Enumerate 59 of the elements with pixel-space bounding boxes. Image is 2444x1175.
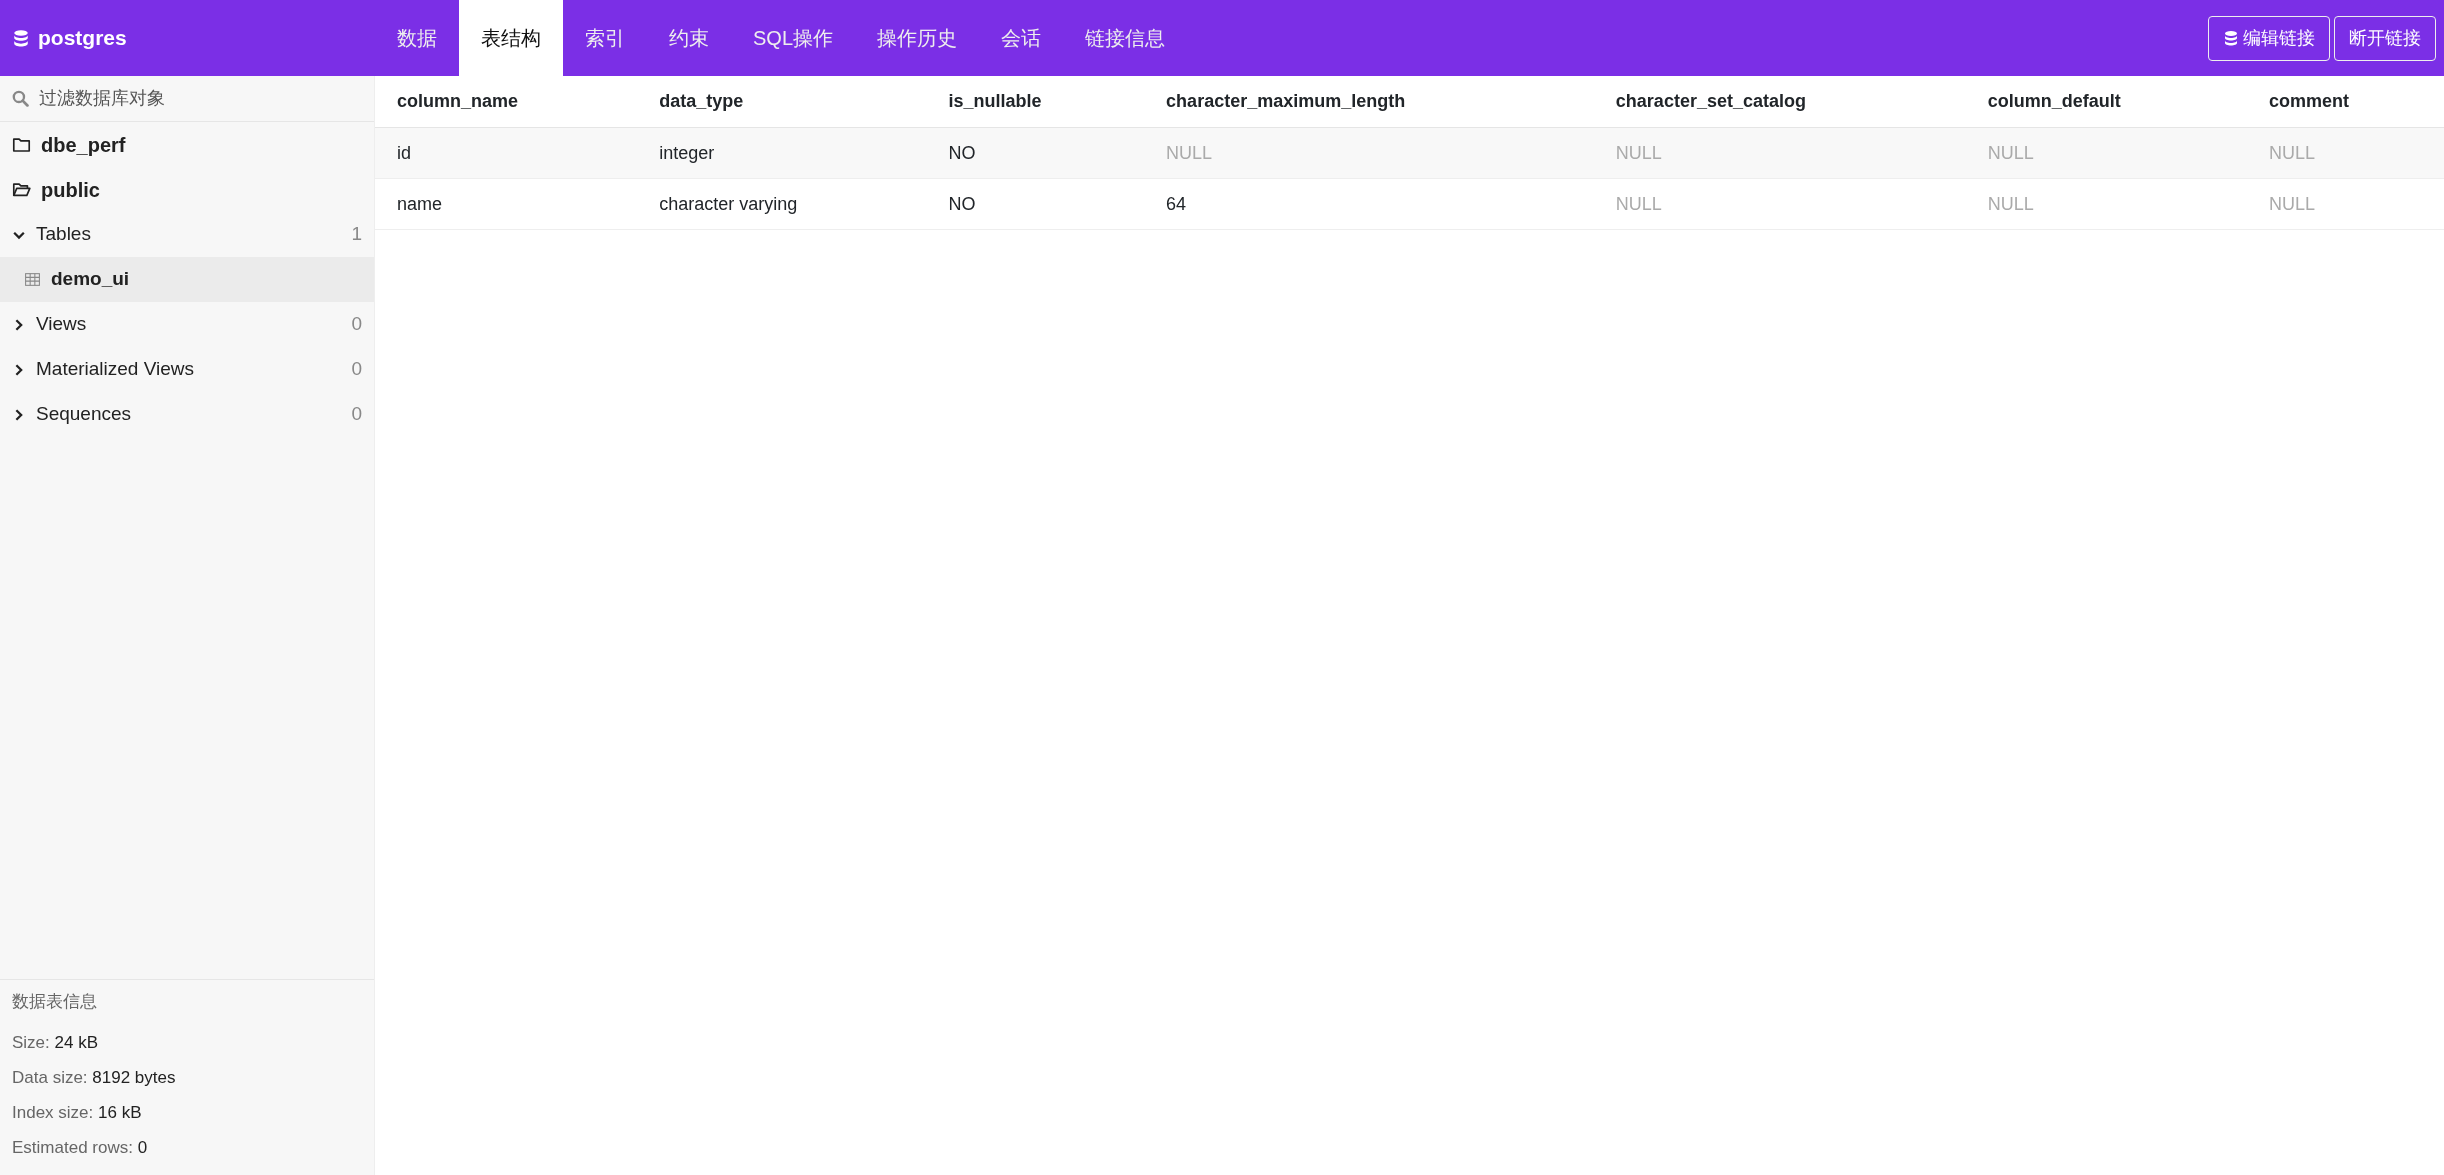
database-icon xyxy=(2223,30,2239,46)
table-cell: NULL xyxy=(2246,127,2444,179)
info-line: Index size: 16 kB xyxy=(12,1102,143,1124)
table-cell: NO xyxy=(926,127,1145,179)
column-header: character_set_catalog xyxy=(1593,76,1966,128)
item-count: 0 xyxy=(351,402,362,427)
tab[interactable]: 约束 xyxy=(647,0,731,76)
tree-item[interactable]: Views 0 xyxy=(0,302,374,347)
tab[interactable]: 操作历史 xyxy=(855,0,980,76)
folder-icon xyxy=(12,135,31,154)
tree-label: Materialized Views xyxy=(36,357,195,382)
tree-item[interactable]: Tables 1 xyxy=(0,212,374,257)
table-cell: id xyxy=(375,127,638,179)
database-icon xyxy=(12,29,30,47)
column-header: is_nullable xyxy=(926,76,1145,128)
info-line: Data size: 8192 bytes xyxy=(12,1067,177,1089)
column-header: column_default xyxy=(1965,76,2247,128)
item-count: 0 xyxy=(351,312,362,337)
table-cell: NULL xyxy=(1593,127,1966,179)
table-cell: name xyxy=(375,178,638,230)
tab[interactable]: 索引 xyxy=(563,0,647,76)
tree-label: Sequences xyxy=(36,402,132,427)
tab[interactable]: 表结构 xyxy=(459,0,563,76)
table-cell: NULL xyxy=(1965,178,2247,230)
table-cell: NO xyxy=(926,178,1145,230)
tab[interactable]: 数据 xyxy=(375,0,459,76)
table-cell: NULL xyxy=(1144,127,1594,179)
folder-icon xyxy=(12,180,31,199)
table-icon xyxy=(24,271,41,288)
action-button[interactable]: 编辑链接 xyxy=(2208,15,2330,61)
tree-item[interactable]: public xyxy=(0,167,374,212)
table-cell: NULL xyxy=(2246,178,2444,230)
app-title: postgres xyxy=(38,25,127,52)
tab[interactable]: 链接信息 xyxy=(1063,0,1188,76)
action-button[interactable]: 断开链接 xyxy=(2334,15,2436,61)
tree-item[interactable]: Materialized Views 0 xyxy=(0,347,374,392)
info-line: Size: 24 kB xyxy=(12,1032,99,1054)
column-header: data_type xyxy=(637,76,927,128)
table-cell: 64 xyxy=(1144,178,1594,230)
item-count: 1 xyxy=(351,222,362,247)
tree-label: Views xyxy=(36,312,87,337)
tree-item[interactable]: dbe_perf xyxy=(0,122,374,167)
info-title: 数据表信息 xyxy=(12,991,98,1013)
table-cell: NULL xyxy=(1593,178,1966,230)
table-cell: NULL xyxy=(1965,127,2247,179)
item-count: 0 xyxy=(351,357,362,382)
tree-item[interactable]: Sequences 0 xyxy=(0,392,374,437)
column-header: comment xyxy=(2246,76,2444,128)
table-item[interactable]: demo_ui xyxy=(0,257,374,302)
tab[interactable]: 会话 xyxy=(979,0,1064,76)
table-cell: integer xyxy=(637,127,927,179)
column-header: column_name xyxy=(375,76,638,128)
tree-label: Tables xyxy=(36,222,91,247)
tab[interactable]: SQL操作 xyxy=(731,0,856,76)
search-field[interactable]: 过滤数据库对象 xyxy=(37,84,362,113)
search-icon xyxy=(12,90,29,107)
info-line: Estimated rows: 0 xyxy=(12,1137,149,1159)
column-header: character_maximum_length xyxy=(1144,76,1594,128)
table-cell: character varying xyxy=(637,178,927,230)
